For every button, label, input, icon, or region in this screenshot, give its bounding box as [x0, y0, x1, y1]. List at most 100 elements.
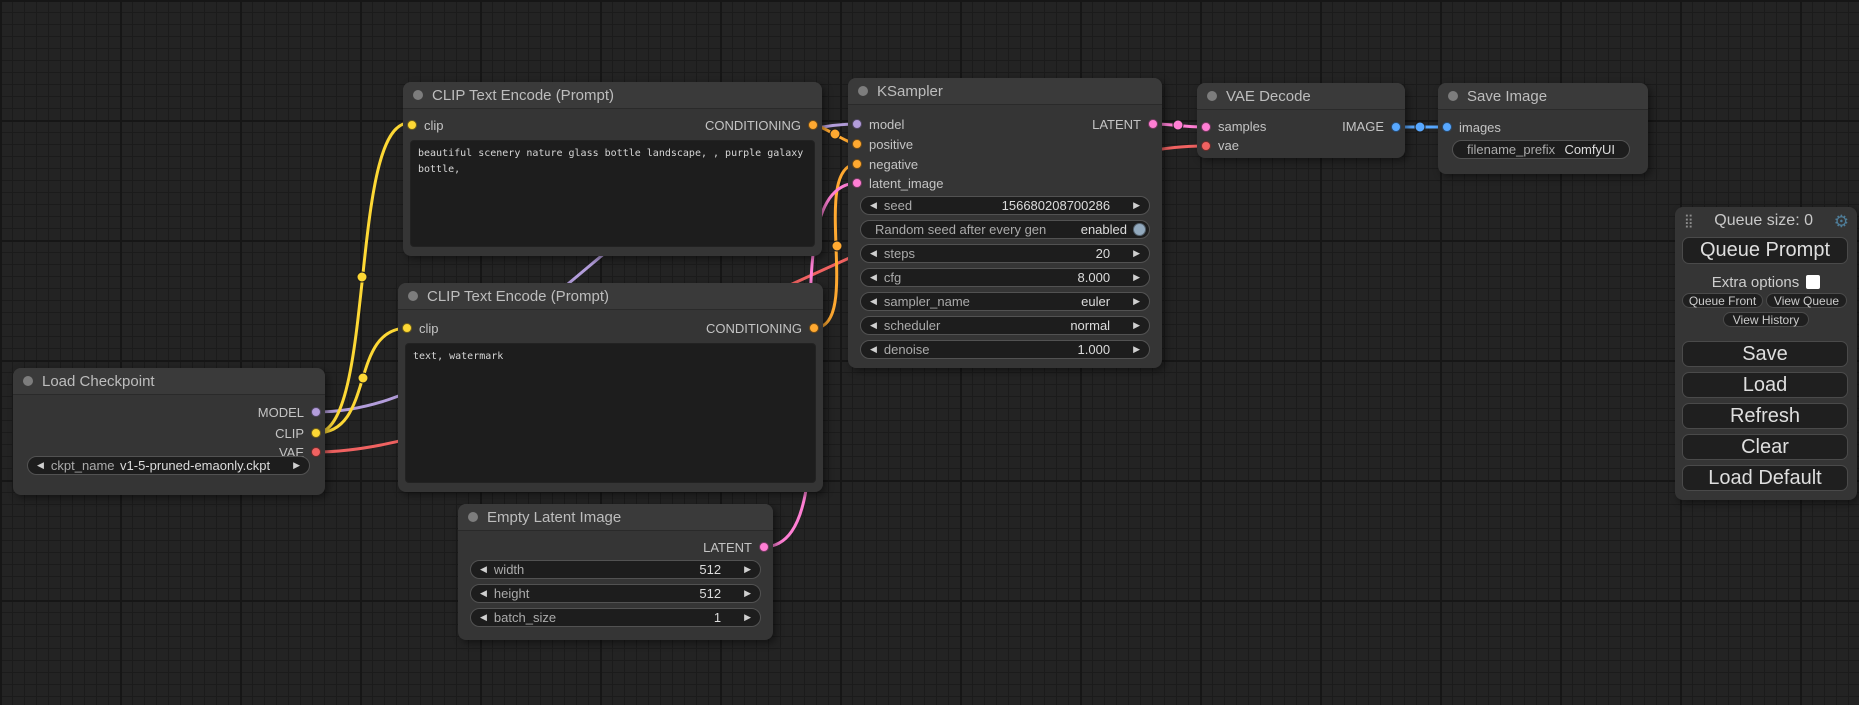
output-port-conditioning[interactable]	[809, 323, 819, 333]
prev-arrow-icon[interactable]: ◀	[870, 345, 877, 354]
drag-handle-icon[interactable]: ⣿	[1684, 213, 1694, 229]
prev-arrow-icon[interactable]: ◀	[480, 565, 487, 574]
link-dot[interactable]	[357, 272, 367, 282]
next-arrow-icon[interactable]: ▶	[744, 565, 751, 574]
ckpt-name-widget[interactable]: ◀ ckpt_name v1-5-pruned-emaonly.ckpt ▶	[27, 456, 310, 475]
node-load-checkpoint[interactable]: Load Checkpoint MODEL CLIP VAE ◀ ckpt_na…	[13, 368, 325, 495]
batch-size-widget[interactable]: ◀ batch_size 1 ▶	[470, 608, 761, 627]
collapse-dot[interactable]	[23, 376, 33, 386]
node-clip-negative-header[interactable]: CLIP Text Encode (Prompt)	[398, 283, 823, 310]
next-arrow-icon[interactable]: ▶	[1133, 297, 1140, 306]
negative-prompt-textarea[interactable]: text, watermark	[405, 343, 816, 483]
link-dot[interactable]	[1415, 122, 1425, 132]
width-widget[interactable]: ◀ width 512 ▶	[470, 560, 761, 579]
output-label: CONDITIONING	[705, 118, 801, 133]
input-label: vae	[1218, 138, 1239, 153]
next-arrow-icon[interactable]: ▶	[1133, 273, 1140, 282]
next-arrow-icon[interactable]: ▶	[744, 613, 751, 622]
view-queue-button[interactable]: View Queue	[1766, 293, 1847, 308]
clear-button[interactable]: Clear	[1682, 434, 1848, 460]
positive-prompt-textarea[interactable]: beautiful scenery nature glass bottle la…	[410, 140, 815, 247]
collapse-dot[interactable]	[413, 90, 423, 100]
prev-arrow-icon[interactable]: ◀	[870, 249, 877, 258]
output-port-latent[interactable]	[1148, 119, 1158, 129]
prev-arrow-icon[interactable]: ◀	[870, 297, 877, 306]
extra-options-label: Extra options	[1712, 274, 1800, 291]
node-ksampler-header[interactable]: KSampler	[848, 78, 1162, 105]
prev-arrow-icon[interactable]: ◀	[870, 321, 877, 330]
link-dot[interactable]	[832, 241, 842, 251]
node-title: Load Checkpoint	[42, 373, 155, 390]
next-arrow-icon[interactable]: ▶	[1133, 321, 1140, 330]
output-port-image[interactable]	[1391, 122, 1401, 132]
queue-prompt-button[interactable]: Queue Prompt	[1682, 237, 1848, 264]
collapse-dot[interactable]	[858, 86, 868, 96]
collapse-dot[interactable]	[408, 291, 418, 301]
node-empty-latent-header[interactable]: Empty Latent Image	[458, 504, 773, 531]
prev-arrow-icon[interactable]: ◀	[870, 273, 877, 282]
output-port-vae[interactable]	[311, 447, 321, 457]
output-port-latent[interactable]	[759, 542, 769, 552]
load-default-button[interactable]: Load Default	[1682, 465, 1848, 491]
load-button[interactable]: Load	[1682, 372, 1848, 398]
prev-arrow-icon[interactable]: ◀	[870, 201, 877, 210]
sampler-name-widget[interactable]: ◀ sampler_name euler ▶	[860, 292, 1150, 311]
input-port-clip[interactable]	[407, 120, 417, 130]
input-port-latent-image[interactable]	[852, 178, 862, 188]
node-clip-text-encode-positive[interactable]: CLIP Text Encode (Prompt) clip CONDITION…	[403, 82, 822, 256]
node-empty-latent-image[interactable]: Empty Latent Image LATENT ◀ width 512 ▶ …	[458, 504, 773, 640]
link-dot[interactable]	[358, 373, 368, 383]
prev-arrow-icon[interactable]: ◀	[480, 589, 487, 598]
link-dot[interactable]	[830, 129, 840, 139]
collapse-dot[interactable]	[468, 512, 478, 522]
input-port-positive[interactable]	[852, 139, 862, 149]
random-seed-toggle-widget[interactable]: Random seed after every gen enabled	[860, 220, 1150, 239]
input-label: clip	[424, 118, 444, 133]
filename-prefix-widget[interactable]: filename_prefix ComfyUI	[1452, 140, 1630, 159]
next-arrow-icon[interactable]: ▶	[744, 589, 751, 598]
next-arrow-icon[interactable]: ▶	[1133, 201, 1140, 210]
prev-arrow-icon[interactable]: ◀	[480, 613, 487, 622]
node-title: VAE Decode	[1226, 88, 1311, 105]
collapse-dot[interactable]	[1448, 91, 1458, 101]
input-port-clip[interactable]	[402, 323, 412, 333]
extra-options-checkbox[interactable]	[1806, 275, 1820, 289]
node-vae-decode[interactable]: VAE Decode samples IMAGE vae	[1197, 83, 1405, 158]
seed-widget[interactable]: ◀ seed 156680208700286 ▶	[860, 196, 1150, 215]
input-port-images[interactable]	[1442, 122, 1452, 132]
output-port-model[interactable]	[311, 407, 321, 417]
input-port-vae[interactable]	[1201, 141, 1211, 151]
settings-gear-icon[interactable]: ⚙	[1834, 213, 1849, 230]
node-title: Save Image	[1467, 88, 1547, 105]
next-arrow-icon[interactable]: ▶	[1133, 345, 1140, 354]
next-arrow-icon[interactable]: ▶	[1133, 249, 1140, 258]
toggle-enabled-icon[interactable]	[1133, 223, 1146, 236]
node-save-image[interactable]: Save Image images filename_prefix ComfyU…	[1438, 83, 1648, 174]
input-label: model	[869, 117, 904, 132]
save-button[interactable]: Save	[1682, 341, 1848, 367]
height-widget[interactable]: ◀ height 512 ▶	[470, 584, 761, 603]
output-port-clip[interactable]	[311, 428, 321, 438]
input-port-samples[interactable]	[1201, 122, 1211, 132]
node-load-checkpoint-header[interactable]: Load Checkpoint	[13, 368, 325, 395]
output-port-conditioning[interactable]	[808, 120, 818, 130]
input-port-negative[interactable]	[852, 159, 862, 169]
node-save-image-header[interactable]: Save Image	[1438, 83, 1648, 110]
refresh-button[interactable]: Refresh	[1682, 403, 1848, 429]
steps-widget[interactable]: ◀ steps 20 ▶	[860, 244, 1150, 263]
denoise-widget[interactable]: ◀ denoise 1.000 ▶	[860, 340, 1150, 359]
prev-arrow-icon[interactable]: ◀	[37, 461, 44, 470]
scheduler-widget[interactable]: ◀ scheduler normal ▶	[860, 316, 1150, 335]
node-clip-text-encode-negative[interactable]: CLIP Text Encode (Prompt) clip CONDITION…	[398, 283, 823, 492]
next-arrow-icon[interactable]: ▶	[293, 461, 300, 470]
collapse-dot[interactable]	[1207, 91, 1217, 101]
view-history-button[interactable]: View History	[1723, 312, 1809, 327]
queue-front-button[interactable]: Queue Front	[1682, 293, 1763, 308]
node-vae-decode-header[interactable]: VAE Decode	[1197, 83, 1405, 110]
cfg-widget[interactable]: ◀ cfg 8.000 ▶	[860, 268, 1150, 287]
link-dot[interactable]	[1173, 120, 1183, 130]
node-ksampler[interactable]: KSampler model positive negative latent_…	[848, 78, 1162, 368]
graph-canvas[interactable]: Load Checkpoint MODEL CLIP VAE ◀ ckpt_na…	[0, 0, 1859, 705]
node-clip-positive-header[interactable]: CLIP Text Encode (Prompt)	[403, 82, 822, 109]
input-port-model[interactable]	[852, 119, 862, 129]
